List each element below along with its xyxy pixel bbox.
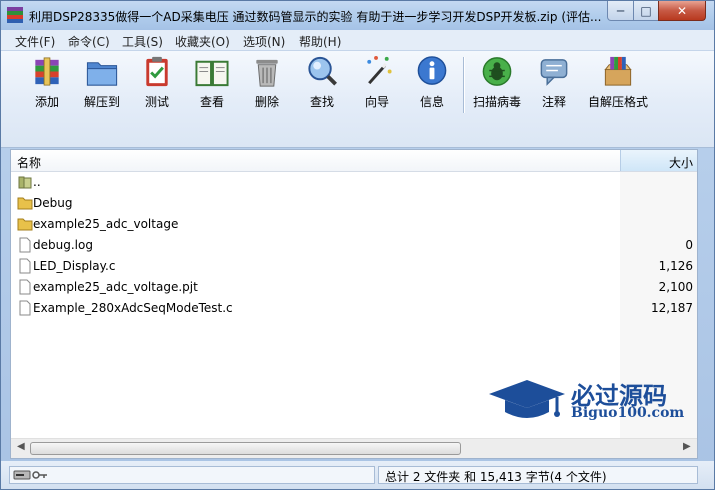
maximize-button[interactable]: □ [633,1,659,21]
menu-file[interactable]: 文件(F) [15,33,55,50]
delete-label: 删除 [254,95,279,109]
file-name: .. [33,175,41,189]
list-item[interactable]: LED_Display.c 1,126 [11,256,697,277]
status-bar: 总计 2 文件夹 和 15,413 字节(4 个文件) [1,461,714,489]
column-header-size-label: 大小 [668,156,693,170]
file-name: example25_adc_voltage.pjt [33,280,198,294]
info-icon [417,56,447,85]
list-item[interactable]: example25_adc_voltage.pjt 2,100 [11,277,697,298]
file-name: Example_280xAdcSeqModeTest.c [33,301,233,315]
list-item[interactable]: Debug [11,193,697,214]
minimize-icon: ─ [616,3,625,18]
wizard-label: 向导 [364,95,389,109]
folder-icon [17,197,33,210]
scrollbar-thumb[interactable] [30,442,461,455]
column-header-name[interactable]: 名称 [17,154,41,171]
list-item[interactable]: Example_280xAdcSeqModeTest.c 12,187 [11,298,697,319]
status-summary-panel: 总计 2 文件夹 和 15,413 字节(4 个文件) [378,466,698,484]
scroll-right-icon[interactable]: ▶ [683,441,691,452]
magnifier-icon [308,56,337,86]
magic-wand-icon [367,55,392,85]
view-label: 查看 [199,95,224,109]
virus-scan-label: 扫描病毒 [472,95,521,109]
winrar-app-icon[interactable] [7,7,23,23]
toolbar-separator [463,57,464,113]
bug-icon [482,57,512,86]
watermark: 必过源码 Biguo100.com [487,376,697,426]
add-label: 添加 [34,95,59,109]
drive-key-icon [13,470,47,480]
minimize-button[interactable]: ─ [607,1,634,21]
column-header-size[interactable]: ˄ 大小 [620,150,697,171]
test-label: 测试 [144,95,169,109]
title-bar[interactable]: 利用DSP28335做得一个AD采集电压 通过数码管显示的实验 有助于进一步学习… [1,1,714,30]
comment-label: 注释 [541,95,566,109]
menu-help[interactable]: 帮助(H) [299,33,341,50]
sfx-label: 自解压格式 [588,95,649,109]
file-list: 名称 ˄ 大小 .. Debug example25_adc_voltage d… [10,149,698,459]
window-title: 利用DSP28335做得一个AD采集电压 通过数码管显示的实验 有助于进一步学习… [29,10,602,24]
maximize-icon: □ [640,3,652,18]
close-button[interactable]: ✕ [658,1,706,21]
menu-tools[interactable]: 工具(S) [122,33,163,50]
menu-bar: 文件(F) 命令(C) 工具(S) 收藏夹(O) 选项(N) 帮助(H) [1,30,714,51]
delete-button[interactable]: 删除 [238,54,296,110]
file-icon [19,300,31,316]
file-icon [19,258,31,274]
info-button[interactable]: 信息 [403,54,461,110]
status-summary: 总计 2 文件夹 和 15,413 字节(4 个文件) [385,470,607,484]
comment-button[interactable]: 注释 [525,54,583,110]
folder-extract-icon [86,62,118,86]
horizontal-scrollbar[interactable]: ◀ ▶ [11,438,697,458]
file-icon [19,279,31,295]
file-name: example25_adc_voltage [33,217,179,231]
clipboard-check-icon [146,56,168,87]
status-drive-panel[interactable] [9,466,375,484]
list-item[interactable]: example25_adc_voltage [11,214,697,235]
list-header: 名称 ˄ 大小 [11,150,697,172]
file-rows: .. Debug example25_adc_voltage debug.log… [11,172,697,319]
file-name: Debug [33,196,73,210]
self-extracting-box-icon [604,56,632,86]
file-size: 0 [685,238,693,252]
trash-can-icon [256,59,278,87]
file-size: 1,126 [658,259,693,273]
test-button[interactable]: 测试 [128,54,186,110]
virus-scan-button[interactable]: 扫描病毒 [468,54,526,110]
parent-folder-icon [18,176,32,189]
extract-to-label: 解压到 [83,95,120,109]
menu-commands[interactable]: 命令(C) [68,33,110,50]
file-size: 12,187 [651,301,693,315]
sfx-button[interactable]: 自解压格式 [588,54,648,110]
menu-options[interactable]: 选项(N) [243,33,285,50]
menu-favorites[interactable]: 收藏夹(O) [175,33,230,50]
list-item[interactable]: debug.log 0 [11,235,697,256]
file-icon [19,237,31,253]
app-window: 利用DSP28335做得一个AD采集电压 通过数码管显示的实验 有助于进一步学习… [0,0,715,490]
find-label: 查找 [309,95,334,109]
list-item[interactable]: .. [11,172,697,193]
add-button[interactable]: 添加 [18,54,76,110]
sort-ascending-icon: ˄ [654,149,659,158]
add-archive-icon [35,57,59,86]
file-size: 2,100 [658,280,693,294]
close-icon: ✕ [676,3,688,18]
wizard-button[interactable]: 向导 [348,54,406,110]
comment-icon [540,59,568,86]
scroll-left-icon[interactable]: ◀ [17,441,25,452]
file-name: debug.log [33,238,93,252]
file-name: LED_Display.c [33,259,116,273]
find-button[interactable]: 查找 [293,54,351,110]
book-icon [195,60,229,87]
watermark-subtitle: Biguo100.com [571,405,685,421]
toolbar: 添加 解压到 测试 查看 删除 查找 向导 信息 扫描病毒 注释 自解压格式 [1,51,714,188]
graduation-cap-logo-icon [489,380,565,418]
folder-icon [17,218,33,231]
extract-to-button[interactable]: 解压到 [73,54,131,110]
info-label: 信息 [419,95,444,109]
view-button[interactable]: 查看 [183,54,241,110]
